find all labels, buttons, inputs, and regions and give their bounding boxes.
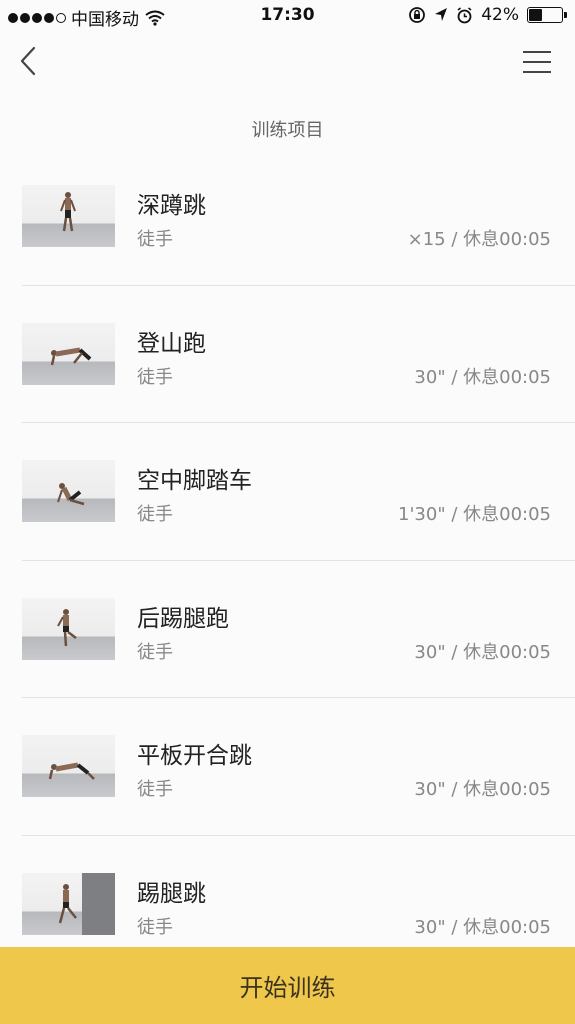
exercise-equipment: 徒手: [137, 641, 173, 663]
exercise-thumbnail: [22, 322, 115, 385]
exercise-thumbnail: [22, 597, 115, 660]
back-button[interactable]: [14, 42, 50, 82]
exercise-equipment: 徒手: [137, 779, 173, 800]
menu-button[interactable]: [519, 46, 555, 78]
exercise-list: 深蹲跳 徒手 ×15 / 休息00:05 登山跑 徒手 30" / 休息00:05 空中脚踏…: [0, 148, 575, 973]
exercise-name: 深蹲跳: [137, 193, 206, 219]
location-icon: [435, 8, 448, 21]
exercise-detail: 30" / 休息00:05: [414, 641, 551, 663]
battery-percent: 42%: [481, 5, 519, 25]
rotation-lock-icon: [409, 7, 426, 23]
status-bar: 中国移动 17:30 42%: [0, 0, 575, 32]
exercise-detail: ×15 / 休息00:05: [407, 229, 551, 250]
exercise-name: 后踢腿跑: [137, 605, 229, 632]
battery-icon: [527, 7, 567, 23]
exercise-thumbnail: [22, 460, 115, 522]
menu-icon: [523, 51, 551, 73]
nav-bar: [0, 32, 575, 92]
exercise-thumbnail: [22, 735, 115, 797]
exercise-detail: 30" / 休息00:05: [414, 366, 551, 388]
section-title: 训练项目: [251, 120, 324, 141]
exercise-row[interactable]: 平板开合跳徒手 30" / 休息00:05: [0, 698, 575, 836]
exercise-name: 空中脚踏车: [137, 468, 252, 494]
exercise-row[interactable]: 登山跑徒手 30" / 休息00:05: [0, 286, 575, 423]
status-right: 42%: [408, 5, 567, 25]
exercise-row[interactable]: 空中脚踏车徒手 1'30" / 休息00:05: [0, 423, 575, 561]
exercise-detail: 30" / 休息00:05: [414, 779, 551, 800]
exercise-equipment: 徒手: [137, 366, 173, 388]
exercise-row[interactable]: 后踢腿跑徒手 30" / 休息00:05: [0, 561, 575, 698]
exercise-equipment: 徒手: [137, 504, 173, 525]
exercise-name: 踢腿跳: [137, 880, 206, 907]
exercise-equipment: 徒手: [137, 916, 173, 938]
battery-level: [529, 9, 543, 21]
exercise-name: 登山跑: [137, 330, 206, 357]
alarm-icon: [457, 6, 472, 23]
exercise-thumbnail: [22, 185, 115, 247]
exercise-detail: 1'30" / 休息00:05: [398, 504, 551, 525]
exercise-thumbnail: [22, 872, 115, 935]
exercise-equipment: 徒手: [137, 229, 173, 250]
chevron-left-icon: [20, 46, 36, 76]
exercise-detail: 30" / 休息00:05: [414, 916, 551, 938]
exercise-row[interactable]: 深蹲跳徒手 ×15 / 休息00:05: [0, 148, 575, 286]
start-training-button[interactable]: 开始训练: [0, 947, 575, 1024]
exercise-name: 平板开合跳: [137, 743, 252, 769]
